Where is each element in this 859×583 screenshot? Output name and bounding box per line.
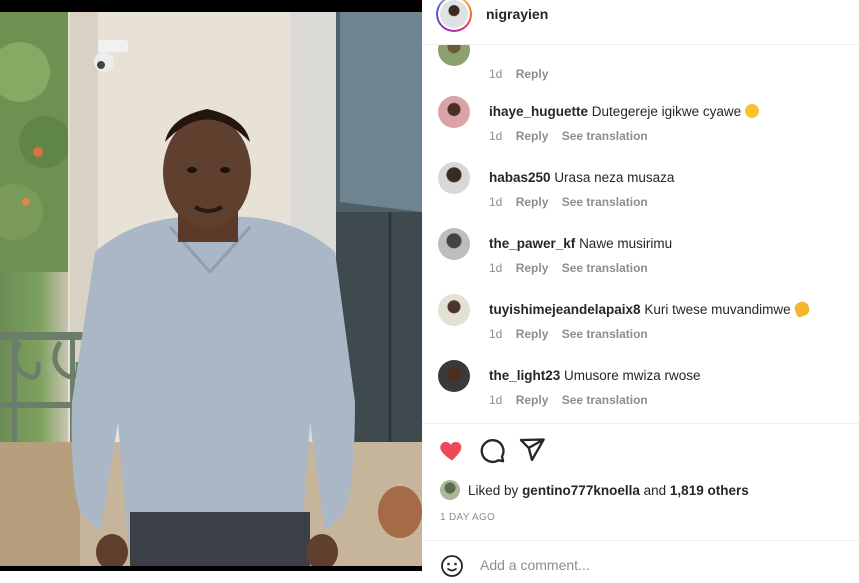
reply-button[interactable]: Reply: [516, 261, 549, 275]
actions-divider: [422, 423, 859, 424]
commenter-username[interactable]: the_pawer_kf: [489, 236, 575, 251]
comment-text: the_light23 Umusore mwiza rwose: [489, 368, 701, 384]
comment-meta: 1d Reply See translation: [489, 393, 658, 407]
post-header: nigrayien: [422, 0, 859, 45]
comment-time: 1d: [489, 129, 503, 143]
see-translation-button[interactable]: See translation: [562, 195, 648, 209]
liker-avatar[interactable]: [440, 480, 460, 500]
comment-text: tuyishimejeandelapaix8 Kuri twese muvand…: [489, 300, 811, 318]
commenter-username[interactable]: tuyishimejeandelapaix8: [489, 302, 641, 317]
commenter-avatar[interactable]: [438, 44, 470, 66]
likes-text: Liked by gentino777knoella and 1,819 oth…: [468, 483, 749, 498]
reply-button[interactable]: Reply: [516, 393, 549, 407]
commenter-avatar[interactable]: [438, 228, 470, 260]
comment-text: habas250 Urasa neza musaza: [489, 170, 674, 186]
comment-meta: 1d Reply: [489, 67, 558, 81]
see-translation-button[interactable]: See translation: [562, 261, 648, 275]
comment-item: 1d Reply: [438, 44, 848, 94]
comment-body: Dutegereje igikwe cyawe: [591, 104, 742, 119]
commenter-avatar[interactable]: [438, 294, 470, 326]
comment-meta: 1d Reply See translation: [489, 129, 658, 143]
comment-body: Kuri twese muvandimwe: [644, 302, 791, 317]
reply-button[interactable]: Reply: [516, 67, 549, 81]
liked-by-prefix: Liked by: [468, 483, 519, 498]
reply-button[interactable]: Reply: [516, 327, 549, 341]
comment-item: the_pawer_kf Nawe musirimu 1d Reply See …: [438, 228, 848, 288]
add-comment-bar: [438, 552, 848, 582]
reply-button[interactable]: Reply: [516, 129, 549, 143]
emoji-icon[interactable]: [440, 554, 464, 578]
likes-others-link[interactable]: 1,819 others: [670, 483, 749, 498]
commenter-username[interactable]: ihaye_huguette: [489, 104, 588, 119]
comment-item: habas250 Urasa neza musaza 1d Reply See …: [438, 162, 848, 222]
reply-button[interactable]: Reply: [516, 195, 549, 209]
comment-time: 1d: [489, 393, 503, 407]
poster-username[interactable]: nigrayien: [486, 6, 548, 22]
comment-list[interactable]: 1d Reply ihaye_huguette Dutegereje igikw…: [422, 44, 859, 422]
avatar-image: [440, 0, 468, 28]
comment-meta: 1d Reply See translation: [489, 261, 658, 275]
comment-time: 1d: [489, 195, 503, 209]
comment-item: the_light23 Umusore mwiza rwose 1d Reply…: [438, 360, 848, 420]
comment-text: ihaye_huguette Dutegereje igikwe cyawe: [489, 104, 760, 120]
comment-body: Nawe musirimu: [579, 236, 673, 251]
comment-time: 1d: [489, 67, 503, 81]
liked-and: and: [643, 483, 667, 498]
commenter-avatar[interactable]: [438, 360, 470, 392]
comment-meta: 1d Reply See translation: [489, 327, 658, 341]
commenter-username[interactable]: the_light23: [489, 368, 560, 383]
commenter-avatar[interactable]: [438, 162, 470, 194]
comment-icon[interactable]: [478, 436, 506, 464]
poster-avatar[interactable]: [436, 0, 472, 32]
avatar-ring-inner: [438, 0, 470, 30]
share-icon[interactable]: [518, 436, 546, 464]
comment-item: tuyishimejeandelapaix8 Kuri twese muvand…: [438, 294, 848, 354]
photo-bottom-band: [0, 566, 422, 571]
comment-body: Umusore mwiza rwose: [564, 368, 701, 383]
see-translation-button[interactable]: See translation: [562, 129, 648, 143]
commenter-avatar[interactable]: [438, 96, 470, 128]
comment-time: 1d: [489, 261, 503, 275]
post-photo[interactable]: [0, 0, 422, 571]
commenter-username[interactable]: habas250: [489, 170, 551, 185]
comment-text: the_pawer_kf Nawe musirimu: [489, 236, 672, 252]
photo-top-band: [0, 0, 422, 12]
laughing-emoji-icon: [745, 104, 760, 118]
post-timestamp[interactable]: 1 DAY AGO: [440, 512, 495, 523]
photo-image: [0, 12, 422, 566]
see-translation-button[interactable]: See translation: [562, 393, 648, 407]
comment-item: ihaye_huguette Dutegereje igikwe cyawe 1…: [438, 96, 848, 156]
comment-body: Urasa neza musaza: [554, 170, 675, 185]
clapping-hands-emoji-icon: [792, 300, 811, 318]
post-side-panel: nigrayien 1d Reply ihaye_huguette Dutege…: [422, 0, 859, 577]
comment-meta: 1d Reply See translation: [489, 195, 658, 209]
add-comment-input[interactable]: [478, 556, 822, 574]
comment-box-divider: [422, 540, 859, 541]
comment-time: 1d: [489, 327, 503, 341]
liker-username[interactable]: gentino777knoella: [522, 483, 640, 498]
see-translation-button[interactable]: See translation: [562, 327, 648, 341]
heart-icon[interactable]: [438, 436, 466, 464]
